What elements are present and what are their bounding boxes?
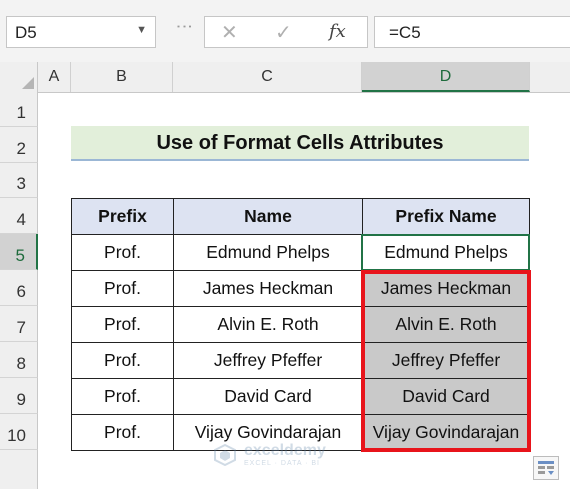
prefix-cell[interactable]: Prof. xyxy=(71,270,174,307)
exceldemy-watermark: exceldemy EXCEL · DATA · BI xyxy=(210,440,360,474)
column-header-c[interactable]: C xyxy=(173,62,362,92)
sheet-title-cell[interactable]: Use of Format Cells Attributes xyxy=(71,126,529,161)
column-header-b[interactable]: B xyxy=(71,62,173,92)
header-name[interactable]: Name xyxy=(173,198,363,235)
name-cell[interactable]: David Card xyxy=(173,378,363,415)
row-header-1[interactable]: 1 xyxy=(0,92,38,127)
highlight-box xyxy=(361,270,531,452)
name-cell[interactable]: James Heckman xyxy=(173,270,363,307)
row-header-4[interactable]: 4 xyxy=(0,198,38,234)
prefix-cell[interactable]: Prof. xyxy=(71,342,174,379)
watermark-tagline: EXCEL · DATA · BI xyxy=(244,460,320,467)
row-header-5[interactable]: 5 xyxy=(0,234,38,270)
drag-handle-icon[interactable]: ⋮ xyxy=(174,18,194,36)
formula-bar: D5 ▼ ⋮ ✕ ✓ fx =C5 xyxy=(0,0,570,63)
row-header-6[interactable]: 6 xyxy=(0,270,38,306)
function-icon[interactable]: fx xyxy=(329,21,346,42)
prefix-cell[interactable]: Prof. xyxy=(71,306,174,343)
name-box-value: D5 xyxy=(15,23,37,42)
active-cell-selection xyxy=(361,234,530,271)
column-headers: A B C D xyxy=(0,62,570,93)
column-header-e[interactable] xyxy=(530,62,570,92)
name-cell[interactable]: Jeffrey Pfeffer xyxy=(173,342,363,379)
formula-buttons: ✕ ✓ fx xyxy=(204,16,368,48)
row-header-11[interactable] xyxy=(0,450,38,489)
select-all-corner[interactable] xyxy=(0,62,38,92)
cancel-icon[interactable]: ✕ xyxy=(221,20,238,45)
sheet-title: Use of Format Cells Attributes xyxy=(156,132,444,154)
chevron-down-icon[interactable]: ▼ xyxy=(136,24,147,36)
formula-value: =C5 xyxy=(389,23,421,42)
column-header-d[interactable]: D xyxy=(362,62,530,92)
row-header-9[interactable]: 9 xyxy=(0,378,38,414)
row-header-10[interactable]: 10 xyxy=(0,414,38,450)
quick-analysis-icon[interactable] xyxy=(533,456,559,480)
name-cell[interactable]: Edmund Phelps xyxy=(173,234,363,271)
row-header-2[interactable]: 2 xyxy=(0,127,38,163)
enter-icon[interactable]: ✓ xyxy=(275,20,292,45)
prefix-cell[interactable]: Prof. xyxy=(71,378,174,415)
name-cell[interactable]: Alvin E. Roth xyxy=(173,306,363,343)
column-header-a[interactable]: A xyxy=(38,62,71,92)
formula-input[interactable]: =C5 xyxy=(374,16,570,48)
row-header-3[interactable]: 3 xyxy=(0,163,38,198)
prefix-cell[interactable]: Prof. xyxy=(71,234,174,271)
exceldemy-logo-icon xyxy=(214,444,236,466)
name-box[interactable]: D5 ▼ xyxy=(6,16,156,48)
header-prefix[interactable]: Prefix xyxy=(71,198,174,235)
header-prefix-name[interactable]: Prefix Name xyxy=(362,198,530,235)
prefix-cell[interactable]: Prof. xyxy=(71,414,174,451)
table-header-row: Prefix Name Prefix Name xyxy=(71,198,530,235)
row-header-8[interactable]: 8 xyxy=(0,342,38,378)
watermark-name: exceldemy xyxy=(244,442,326,459)
row-header-7[interactable]: 7 xyxy=(0,306,38,342)
